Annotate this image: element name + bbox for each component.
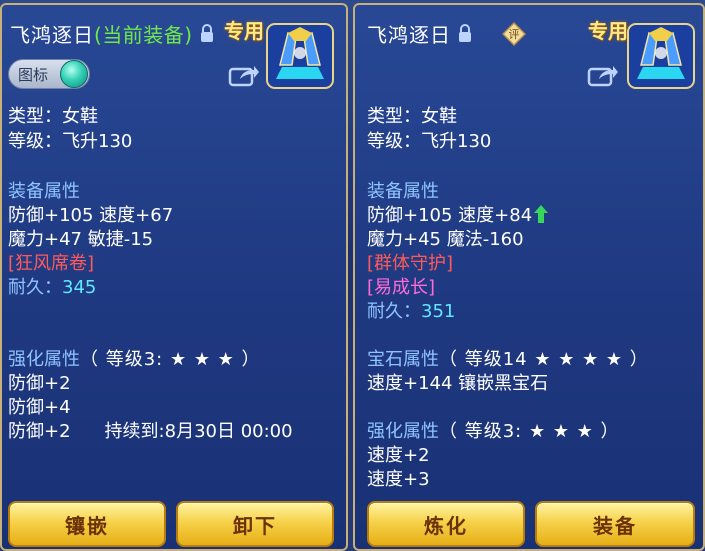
special-skill: [狂风席卷] bbox=[8, 253, 95, 274]
inlay-button[interactable]: 镶嵌 bbox=[8, 501, 166, 547]
enhance-header: 强化属性 bbox=[8, 349, 80, 370]
current-equipped-tag: (当前装备) bbox=[94, 22, 193, 47]
lock-icon[interactable] bbox=[457, 23, 473, 43]
enhance-attr-1: 速度+2 bbox=[367, 445, 430, 466]
gem-header-row: 宝石属性（ 等级14 ★ ★ ★ ★ ） bbox=[367, 348, 649, 372]
enhance-attr-3-row: 防御+2 持续到:8月30日 00:00 bbox=[8, 420, 293, 444]
item-type: 类型：女鞋 bbox=[367, 106, 457, 127]
unequip-button[interactable]: 卸下 bbox=[176, 501, 334, 547]
item-title-row: 飞鸿逐日 (当前装备) bbox=[10, 19, 215, 47]
item-type: 类型：女鞋 bbox=[8, 106, 98, 127]
toggle-knob bbox=[60, 60, 88, 88]
share-icon[interactable] bbox=[587, 63, 619, 87]
equip-attr-header: 装备属性 bbox=[8, 181, 80, 202]
current-equipment-panel: 飞鸿逐日 (当前装备) 专用 图标 类型：女鞋 等级：飞升130 装备属性 防御… bbox=[0, 3, 348, 551]
durability-row: 耐久：345 bbox=[8, 276, 96, 300]
item-name: 飞鸿逐日 bbox=[367, 22, 451, 47]
equip-button[interactable]: 装备 bbox=[535, 501, 695, 547]
enhance-duration: 持续到:8月30日 00:00 bbox=[104, 421, 293, 442]
equip-attr-header: 装备属性 bbox=[367, 181, 439, 202]
enhance-attr-3: 防御+2 bbox=[8, 421, 71, 442]
equip-attr-1: 防御+105 速度+84 bbox=[367, 205, 533, 226]
compare-equipment-panel: 飞鸿逐日 评 专用 类型：女鞋 等级：飞升130 装备属性 防御+105 速度+… bbox=[353, 3, 705, 551]
gem-level: （ 等级14 ★ ★ ★ ★ ） bbox=[439, 349, 649, 370]
refine-button[interactable]: 炼化 bbox=[367, 501, 525, 547]
durability-label: 耐久： bbox=[8, 277, 62, 298]
boots-item-icon[interactable] bbox=[266, 23, 334, 89]
durability-value: 345 bbox=[62, 277, 97, 298]
share-icon[interactable] bbox=[228, 63, 260, 87]
durability-value: 351 bbox=[421, 301, 456, 322]
equip-attr-1: 防御+105 速度+67 bbox=[8, 205, 174, 226]
equip-attr-2: 魔力+47 敏捷-15 bbox=[8, 229, 154, 250]
gem-header: 宝石属性 bbox=[367, 349, 439, 370]
lock-icon[interactable] bbox=[199, 23, 215, 43]
durability-row: 耐久：351 bbox=[367, 300, 455, 324]
enhance-attr-2: 防御+4 bbox=[8, 397, 71, 418]
rating-icon-text: 评 bbox=[509, 28, 520, 41]
item-level: 等级：飞升130 bbox=[8, 131, 133, 152]
increase-arrow-icon bbox=[534, 205, 549, 223]
icon-toggle-label: 图标 bbox=[18, 66, 49, 84]
enhance-header-row: 强化属性（ 等级3: ★ ★ ★ ） bbox=[367, 420, 620, 444]
gem-attr: 速度+144 镶嵌黑宝石 bbox=[367, 373, 549, 394]
icon-toggle[interactable]: 图标 bbox=[8, 59, 90, 89]
boots-item-icon[interactable] bbox=[627, 23, 695, 89]
item-title-row: 飞鸿逐日 bbox=[367, 19, 473, 47]
special-skill: [群体守护] bbox=[367, 253, 454, 274]
enhance-level: （ 等级3: ★ ★ ★ ） bbox=[439, 421, 620, 442]
enhance-attr-2: 速度+3 bbox=[367, 469, 430, 490]
equip-attr-1-row: 防御+105 速度+84 bbox=[367, 204, 549, 228]
enhance-attr-1: 防御+2 bbox=[8, 373, 71, 394]
exclusive-label: 专用 bbox=[224, 19, 264, 43]
enhance-level: （ 等级3: ★ ★ ★ ） bbox=[80, 349, 261, 370]
item-name: 飞鸿逐日 bbox=[10, 22, 94, 47]
item-level: 等级：飞升130 bbox=[367, 131, 492, 152]
rating-icon[interactable]: 评 bbox=[501, 21, 527, 47]
equip-attr-2: 魔力+45 魔法-160 bbox=[367, 229, 524, 250]
enhance-header-row: 强化属性（ 等级3: ★ ★ ★ ） bbox=[8, 348, 261, 372]
durability-label: 耐久： bbox=[367, 301, 421, 322]
enhance-header: 强化属性 bbox=[367, 421, 439, 442]
special-effect: [易成长] bbox=[367, 277, 436, 298]
exclusive-label: 专用 bbox=[588, 19, 628, 43]
